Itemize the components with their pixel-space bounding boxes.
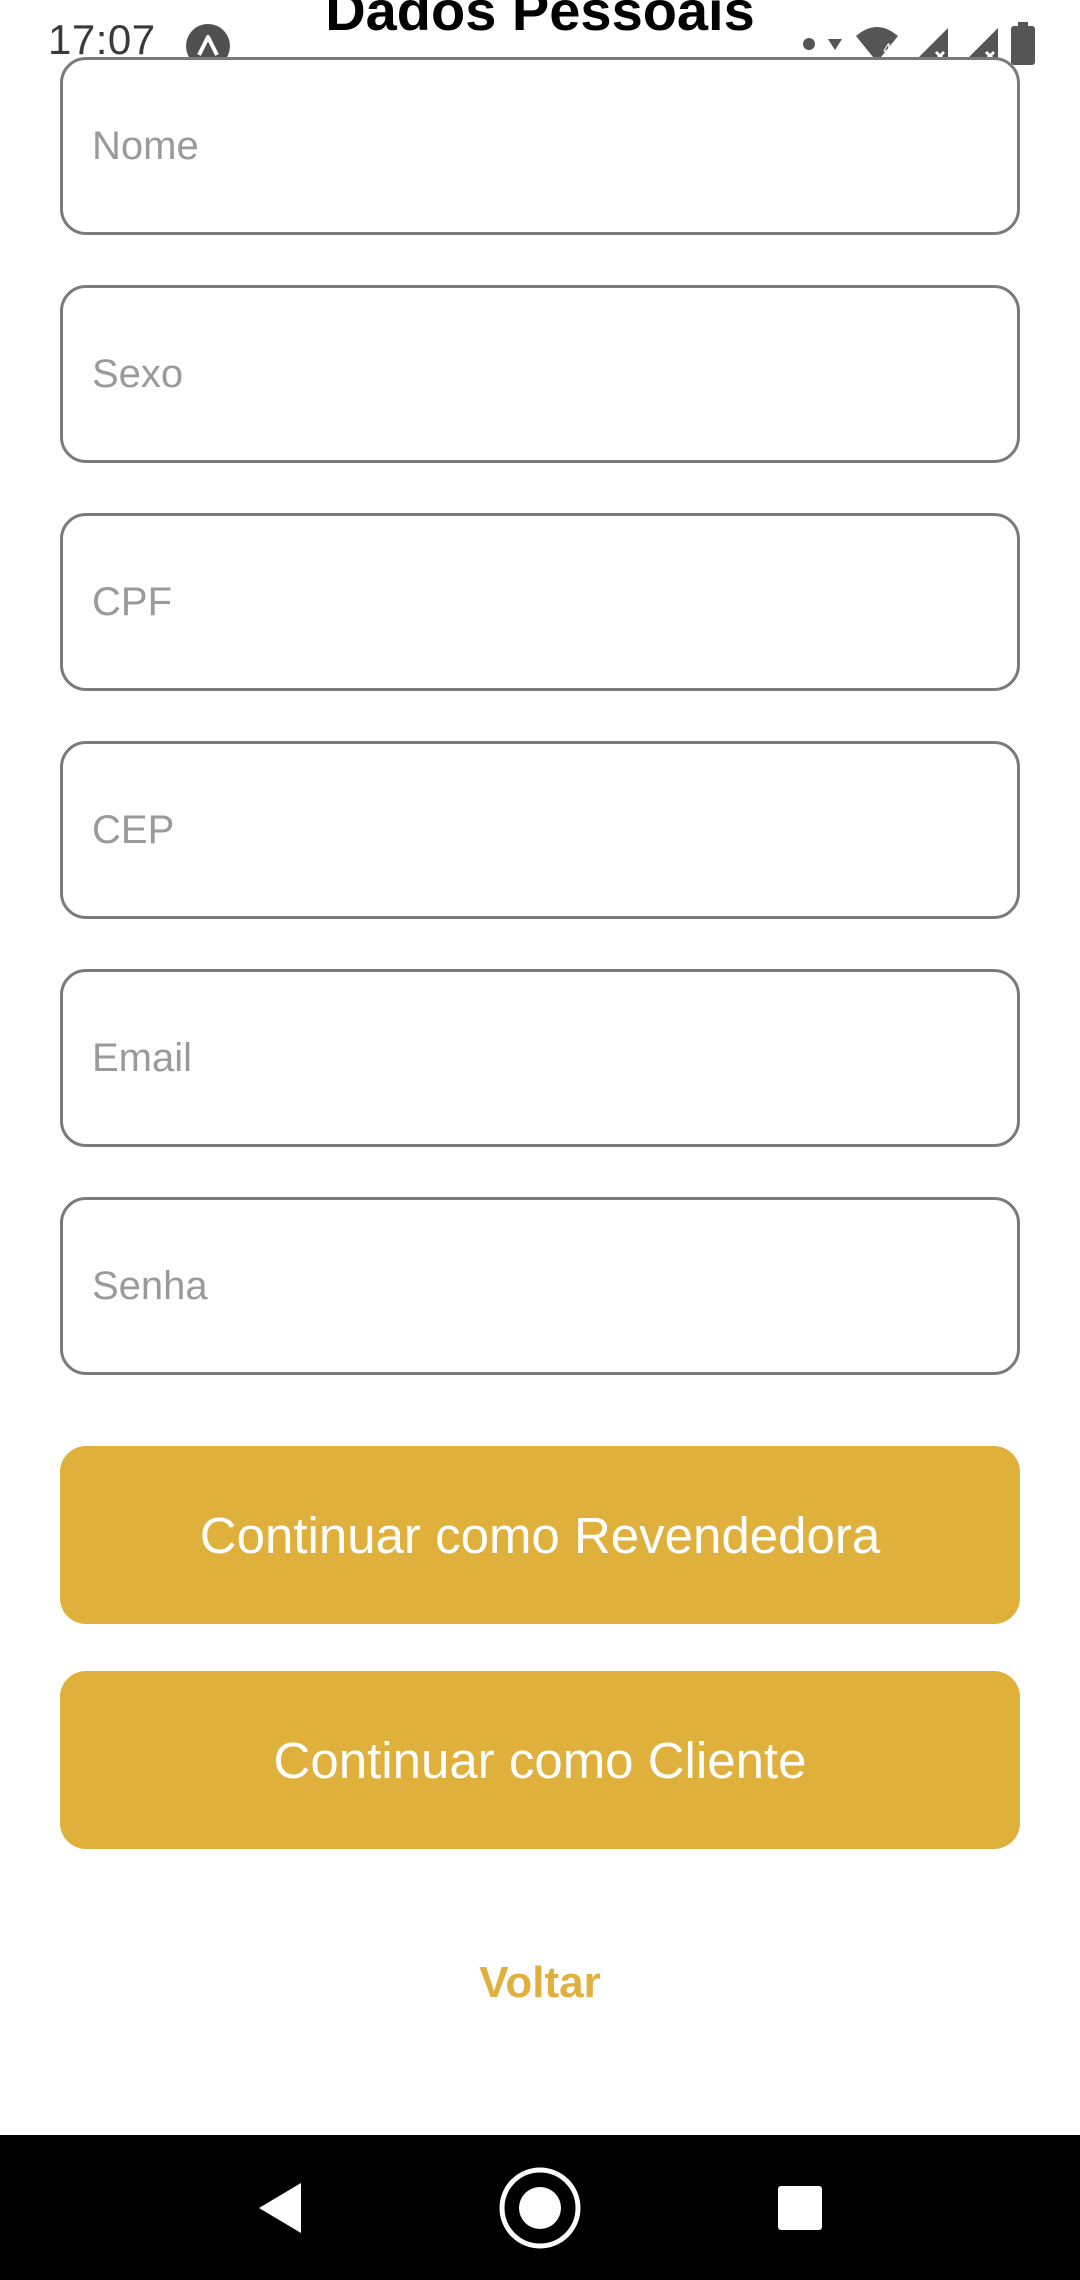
sexo-field[interactable] [60, 285, 1020, 463]
senha-input[interactable] [92, 1263, 1017, 1309]
back-icon[interactable] [240, 2135, 320, 2280]
battery-icon [1010, 21, 1036, 71]
cpf-input[interactable] [92, 579, 1017, 625]
cep-input[interactable] [92, 807, 1017, 853]
sexo-input[interactable] [92, 351, 1017, 397]
senha-field[interactable] [60, 1197, 1020, 1375]
continue-as-reseller-button[interactable]: Continuar como Revendedora [60, 1446, 1020, 1624]
cpf-field[interactable] [60, 513, 1020, 691]
cep-field[interactable] [60, 741, 1020, 919]
recents-icon[interactable] [770, 2135, 830, 2280]
continue-as-client-button[interactable]: Continuar como Cliente [60, 1671, 1020, 1849]
screen: Dados Pessoais 17:07 4 Nome Sexo CPF CEP… [0, 0, 1080, 2280]
svg-text:4: 4 [883, 42, 892, 58]
home-icon[interactable] [495, 2135, 585, 2280]
navigation-bar [0, 2135, 1080, 2280]
nome-field[interactable] [60, 57, 1020, 235]
email-field[interactable] [60, 969, 1020, 1147]
notification-dot-icon [802, 37, 816, 56]
nome-input[interactable] [92, 123, 1017, 169]
back-link[interactable]: Voltar [0, 1958, 1080, 2018]
data-arrow-icon [826, 35, 844, 58]
email-input[interactable] [92, 1035, 1017, 1081]
